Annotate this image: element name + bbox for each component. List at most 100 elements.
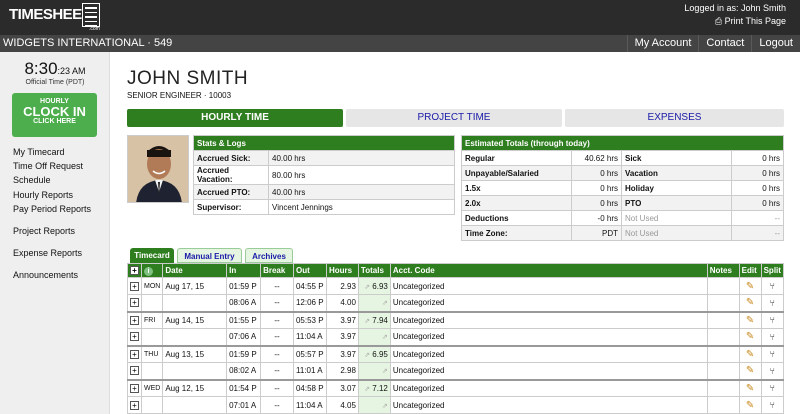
pencil-icon[interactable]: ✎	[746, 281, 754, 292]
split-cell[interactable]: ⑂	[760, 294, 785, 312]
notes-cell[interactable]	[706, 362, 740, 380]
sidebar-item-project-reports[interactable]: Project Reports	[0, 226, 75, 236]
expand-row-icon[interactable]: +	[130, 281, 139, 291]
table-row: +07:01 A -- 11:04 A 4.05 ⇗ Uncategorized ✎ ⑂	[127, 396, 785, 414]
print-link[interactable]: ⎙ Print This Page	[715, 16, 786, 27]
sidebar-item-time-off-request[interactable]: Time Off Request	[0, 161, 83, 171]
pencil-icon[interactable]: ✎	[746, 383, 754, 394]
split-cell[interactable]: ⑂	[760, 344, 785, 363]
split-icon[interactable]: ⑂	[770, 400, 775, 410]
split-icon[interactable]: ⑂	[770, 298, 775, 308]
split-icon[interactable]: ⑂	[770, 383, 775, 393]
expand-row-icon[interactable]: +	[130, 349, 139, 359]
logout-link[interactable]: Logout	[751, 35, 800, 52]
split-cell[interactable]: ⑂	[760, 277, 785, 295]
tab-hourly-time[interactable]: HOURLY TIME	[127, 109, 343, 127]
expand-row-cell[interactable]: +	[127, 362, 142, 380]
split-cell[interactable]: ⑂	[760, 310, 785, 329]
split-cell[interactable]: ⑂	[760, 328, 785, 346]
acct-code-cell[interactable]: Uncategorized	[389, 310, 708, 329]
acct-code-cell[interactable]: Uncategorized	[389, 294, 708, 312]
totals-row: Unpayable/Salaried 0 hrs Vacation 0 hrs	[461, 165, 784, 181]
table-row: +08:06 A -- 12:06 P 4.00 ⇗ Uncategorized ✎ ⑂	[127, 294, 785, 312]
totals-key: Regular	[461, 150, 572, 166]
acct-code-cell[interactable]: Uncategorized	[389, 378, 708, 397]
edit-cell[interactable]: ✎	[738, 378, 762, 397]
break-cell: --	[260, 294, 294, 312]
acct-code-cell[interactable]: Uncategorized	[389, 344, 708, 363]
my-account-link[interactable]: My Account	[626, 35, 699, 52]
pencil-icon[interactable]: ✎	[746, 297, 754, 308]
sidebar-item-expense-reports[interactable]: Expense Reports	[0, 248, 82, 258]
tab-project-time[interactable]: PROJECT TIME	[346, 109, 562, 127]
resize-corner-icon: ⇗	[382, 300, 388, 308]
totals-cell: ⇗	[357, 362, 391, 380]
expand-row-icon[interactable]: +	[130, 366, 139, 376]
expand-row-icon[interactable]: +	[130, 315, 139, 325]
day-cell	[140, 328, 164, 346]
totals-key: Not Used	[621, 210, 732, 226]
edit-cell[interactable]: ✎	[738, 328, 762, 346]
expand-row-cell[interactable]: +	[127, 344, 142, 363]
edit-cell[interactable]: ✎	[738, 362, 762, 380]
expand-all-icon[interactable]: +	[130, 266, 139, 275]
split-cell[interactable]: ⑂	[760, 362, 785, 380]
split-icon[interactable]: ⑂	[770, 332, 775, 342]
col-totals: Totals	[357, 263, 391, 278]
expand-row-icon[interactable]: +	[130, 383, 139, 393]
pencil-icon[interactable]: ✎	[746, 315, 754, 326]
tab-manual-entry[interactable]: Manual Entry	[177, 248, 242, 263]
expand-row-cell[interactable]: +	[127, 378, 142, 397]
clock-in-button[interactable]: HOURLY CLOCK IN CLICK HERE	[12, 93, 97, 137]
split-icon[interactable]: ⑂	[770, 349, 775, 359]
expand-row-cell[interactable]: +	[127, 396, 142, 414]
notes-cell[interactable]	[706, 378, 740, 397]
employee-photo	[127, 135, 189, 203]
notes-cell[interactable]	[706, 328, 740, 346]
contact-link[interactable]: Contact	[698, 35, 751, 52]
sidebar-item-schedule[interactable]: Schedule	[0, 175, 51, 185]
notes-cell[interactable]	[706, 294, 740, 312]
info-icon[interactable]: i	[144, 266, 153, 276]
col-in: In	[226, 263, 262, 278]
acct-code-cell[interactable]: Uncategorized	[389, 328, 708, 346]
split-icon[interactable]: ⑂	[770, 315, 775, 325]
notes-cell[interactable]	[706, 344, 740, 363]
expand-all-cell[interactable]: +	[127, 263, 142, 278]
split-icon[interactable]: ⑂	[770, 281, 775, 291]
split-cell[interactable]: ⑂	[760, 396, 785, 414]
expand-row-cell[interactable]: +	[127, 294, 142, 312]
expand-row-icon[interactable]: +	[130, 298, 139, 308]
tab-expenses[interactable]: EXPENSES	[565, 109, 784, 127]
edit-cell[interactable]: ✎	[738, 294, 762, 312]
sidebar-item-my-timecard[interactable]: My Timecard	[0, 147, 65, 157]
pencil-icon[interactable]: ✎	[746, 349, 754, 360]
split-icon[interactable]: ⑂	[770, 366, 775, 376]
acct-code-cell[interactable]: Uncategorized	[389, 277, 708, 295]
info-cell[interactable]: i	[140, 263, 164, 278]
pencil-icon[interactable]: ✎	[746, 365, 754, 376]
expand-row-cell[interactable]: +	[127, 277, 142, 295]
acct-code-cell[interactable]: Uncategorized	[389, 396, 708, 414]
edit-cell[interactable]: ✎	[738, 277, 762, 295]
expand-row-icon[interactable]: +	[130, 400, 139, 410]
notes-cell[interactable]	[706, 396, 740, 414]
sidebar-item-pay-period-reports[interactable]: Pay Period Reports	[0, 204, 91, 214]
split-cell[interactable]: ⑂	[760, 378, 785, 397]
expand-row-icon[interactable]: +	[130, 332, 139, 342]
notes-cell[interactable]	[706, 277, 740, 295]
edit-cell[interactable]: ✎	[738, 344, 762, 363]
sidebar-item-announcements[interactable]: Announcements	[0, 270, 78, 280]
pencil-icon[interactable]: ✎	[746, 400, 754, 411]
sidebar-item-hourly-reports[interactable]: Hourly Reports	[0, 190, 73, 200]
expand-row-cell[interactable]: +	[127, 310, 142, 329]
hours-cell: 2.98	[325, 362, 359, 380]
edit-cell[interactable]: ✎	[738, 396, 762, 414]
expand-row-cell[interactable]: +	[127, 328, 142, 346]
edit-cell[interactable]: ✎	[738, 310, 762, 329]
tab-timecard[interactable]: Timecard	[130, 248, 174, 263]
acct-code-cell[interactable]: Uncategorized	[389, 362, 708, 380]
pencil-icon[interactable]: ✎	[746, 331, 754, 342]
tab-archives[interactable]: Archives	[245, 248, 293, 263]
notes-cell[interactable]	[706, 310, 740, 329]
